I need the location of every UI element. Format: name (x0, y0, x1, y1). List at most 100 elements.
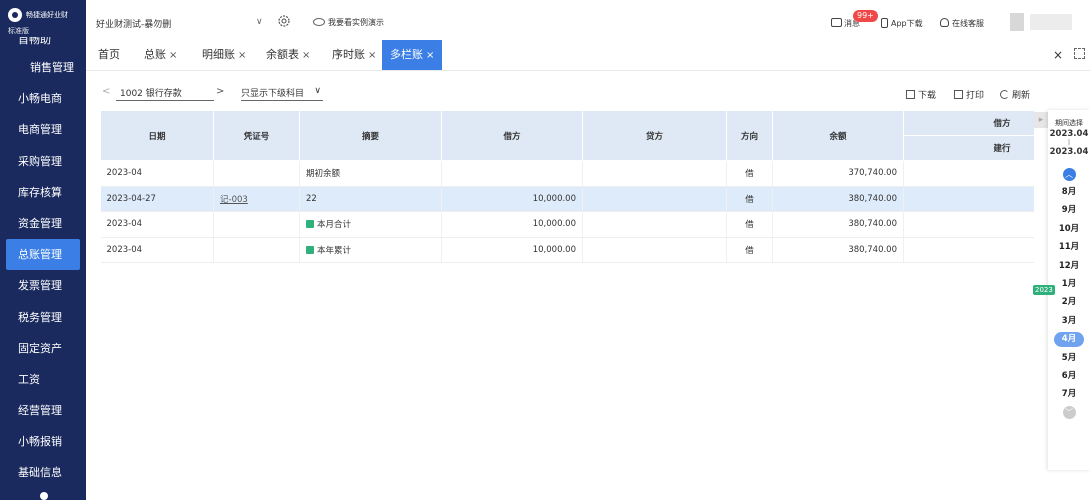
column-header-credit[interactable]: 贷方 (582, 110, 727, 161)
table-row[interactable]: 2023-04 本月合计 10,000.00 借 380,740.00 10,000.( (100, 211, 1034, 238)
subject-select[interactable]: 1002 银行存款 (116, 86, 214, 101)
month-item[interactable]: 4月 (1048, 330, 1090, 348)
column-header-direction[interactable]: 方向 (726, 110, 773, 161)
month-item[interactable]: 6月 (1048, 367, 1090, 385)
demo-label: 我要看实例演示 (328, 18, 384, 27)
month-item[interactable]: 2月 (1048, 293, 1090, 311)
sidebar-item[interactable]: 总账管理 (6, 239, 80, 271)
month-label: 12月 (1058, 260, 1080, 271)
month-label: 7月 (1061, 389, 1077, 400)
tab-2[interactable]: 明细账 × (202, 40, 246, 70)
sidebar-item-cut[interactable]: 首畅助 (0, 37, 86, 52)
tab-0[interactable]: 首页 (98, 40, 120, 70)
online-service-button[interactable]: 在线客服 (940, 18, 984, 29)
tab-close-icon[interactable]: × (169, 50, 177, 61)
tab-1[interactable]: 总账 × (144, 40, 177, 70)
app-download-button[interactable]: App下载 (881, 18, 923, 29)
sidebar-item[interactable]: 固定资产 (0, 333, 86, 364)
cell-text: 380,740.00 (848, 219, 897, 230)
tab-close-icon[interactable]: × (368, 50, 376, 61)
cell-voucher[interactable] (213, 211, 300, 238)
download-label: 下载 (918, 91, 937, 101)
cell-text: 期初余额 (306, 169, 341, 180)
print-button[interactable]: 打印 (954, 88, 984, 101)
more-icon (40, 492, 48, 500)
cell-text: 2023-04 (106, 168, 143, 179)
tab-label: 总账 (144, 48, 166, 61)
message-badge: 99+ (853, 10, 878, 22)
month-item[interactable]: 11月 (1048, 238, 1090, 256)
sidebar-item[interactable]: 经营管理 (0, 395, 86, 426)
previous-icon[interactable]: < (102, 86, 110, 97)
chevron-down-icon[interactable]: ∨ (256, 17, 263, 27)
sidebar-item[interactable]: 资金管理 (0, 208, 86, 239)
next-icon[interactable]: > (216, 86, 224, 97)
tab-close-icon[interactable]: × (238, 50, 246, 61)
tab-close-icon[interactable]: × (426, 50, 434, 61)
column-header-group-debit[interactable]: 借方 (903, 110, 1034, 136)
month-item[interactable]: 9月 (1048, 201, 1090, 219)
table-row[interactable]: 2023-04-27 记-003 22 10,000.00 借 380,740.00 10,… (100, 186, 1034, 212)
sidebar-item[interactable]: 基础信息 (0, 457, 86, 488)
account-selector[interactable]: 好业财测试-暴勿删 (96, 17, 171, 30)
month-item[interactable]: 12月 (1048, 257, 1090, 275)
fullscreen-icon[interactable] (1074, 48, 1085, 59)
month-item[interactable]: 8月 (1048, 183, 1090, 201)
tab-5[interactable]: 多栏账 × (382, 40, 443, 70)
column-header-debit[interactable]: 借方 (441, 110, 583, 161)
cell-balance: 380,740.00 (772, 186, 904, 212)
month-item[interactable]: 7月 (1048, 385, 1090, 403)
table-row[interactable]: 2023-04 期初余额 借 370,740.00 (100, 160, 1034, 187)
month-item[interactable]: 5月 (1048, 349, 1090, 367)
sidebar-item[interactable]: 发票管理 (0, 270, 86, 301)
summary-icon (306, 220, 314, 229)
table-row[interactable]: 2023-04 本年累计 10,000.00 借 380,740.00 10,000.( (100, 237, 1034, 263)
collapse-panel-icon[interactable]: ▸ (1034, 112, 1048, 128)
sidebar-item[interactable]: 销售管理 (0, 52, 86, 83)
download-icon (906, 90, 915, 99)
refresh-button[interactable]: 刷新 (1000, 88, 1030, 101)
column-header-voucher[interactable]: 凭证号 (213, 110, 300, 161)
close-icon[interactable]: × (1053, 48, 1063, 62)
month-item[interactable]: 3月 (1048, 312, 1090, 330)
ledger-table-wrap: 日期 凭证号 摘要 借方 贷方 方向 余额 借方 建行 2023-04 期初余额借… (100, 110, 1034, 500)
period-end[interactable]: 2023.04 (1048, 146, 1090, 158)
sidebar-item[interactable]: 库存核算 (0, 177, 86, 208)
month-label: 5月 (1061, 352, 1077, 363)
tab-3[interactable]: 余额表 × (266, 40, 310, 70)
cell-voucher[interactable] (213, 237, 300, 263)
avatar[interactable] (1010, 13, 1024, 31)
cell-voucher[interactable]: 记-003 (213, 186, 300, 212)
column-header-date[interactable]: 日期 (100, 110, 214, 161)
tab-close-icon[interactable]: × (302, 50, 310, 61)
demo-link[interactable]: 我要看实例演示 (313, 17, 384, 28)
voucher-link[interactable]: 记-003 (220, 195, 248, 205)
chevron-down-icon[interactable]: ﹀ (1062, 405, 1076, 419)
cell-date: 2023-04-27 (100, 186, 214, 212)
column-header-balance[interactable]: 余额 (772, 110, 904, 161)
cell-summary: 期初余额 (299, 160, 442, 187)
month-label: 4月 (1054, 332, 1084, 348)
sidebar-item[interactable]: 采购管理 (0, 146, 86, 177)
sidebar-item[interactable]: 工资 (0, 364, 86, 395)
chevron-up-icon[interactable]: ︿ (1062, 168, 1076, 181)
column-header-bank[interactable]: 建行 (903, 135, 1034, 161)
tab-4[interactable]: 序时账 × (332, 40, 376, 70)
settings-gear-icon[interactable] (277, 14, 291, 28)
month-label: 3月 (1061, 315, 1077, 326)
user-name-redacted[interactable] (1030, 14, 1072, 30)
app-download-label: App下载 (891, 19, 923, 28)
sidebar-item[interactable]: 小畅报销 (0, 426, 86, 457)
sidebar-item[interactable]: 小畅电商 (0, 83, 86, 114)
cell-direction: 借 (726, 237, 773, 263)
column-header-summary[interactable]: 摘要 (299, 110, 442, 161)
download-button[interactable]: 下载 (906, 88, 936, 101)
month-label: 9月 (1061, 205, 1077, 216)
lower-level-select[interactable]: 只显示下级科目 ∨ (241, 86, 323, 101)
sidebar-item[interactable]: 税务管理 (0, 302, 86, 333)
tab-label: 多栏账 (390, 48, 423, 61)
cell-voucher[interactable] (213, 160, 300, 187)
month-item[interactable]: 10月 (1048, 220, 1090, 238)
sidebar-item[interactable]: 电商管理 (0, 114, 86, 145)
cell-balance: 380,740.00 (772, 211, 904, 238)
